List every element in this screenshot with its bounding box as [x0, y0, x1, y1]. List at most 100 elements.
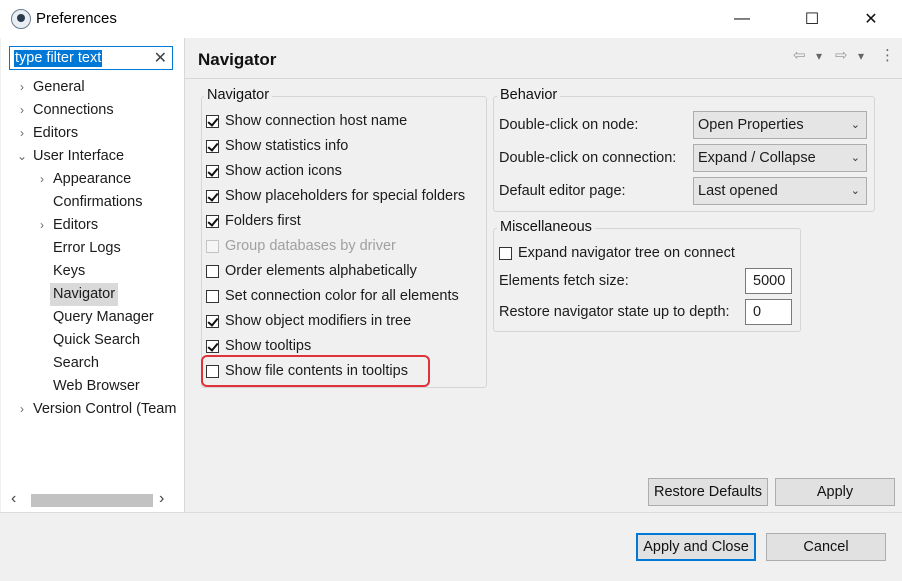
chevron-down-icon: ⌄ — [850, 119, 860, 131]
forward-arrow-icon[interactable]: ⇨ — [835, 46, 848, 64]
expand-chevron-icon[interactable]: › — [14, 76, 30, 99]
checkbox[interactable] — [206, 314, 219, 328]
tree-item-search[interactable]: Search — [53, 352, 99, 375]
clear-filter-icon[interactable]: ✕ — [154, 48, 167, 68]
option-label: Show connection host name — [225, 113, 408, 129]
scrollbar-thumb[interactable] — [31, 494, 153, 507]
option-show-object-modifiers[interactable]: Show object modifiers in tree — [206, 310, 411, 332]
select-value: Last opened — [698, 183, 778, 199]
annotation-highlight-box — [201, 355, 430, 387]
tree-item-connections[interactable]: › Connections — [14, 99, 114, 122]
tree-item-navigator[interactable]: Navigator — [50, 283, 119, 306]
tree-item-version-control[interactable]: › Version Control (Team — [14, 398, 176, 421]
tree-item-user-interface[interactable]: ⌄ User Interface — [14, 145, 124, 168]
checkbox[interactable] — [206, 139, 219, 153]
page-title: Navigator — [198, 50, 277, 69]
option-label: Show placeholders for special folders — [225, 188, 466, 204]
filter-input[interactable]: type filter text ✕ — [9, 46, 173, 70]
tree-item-label: General — [33, 79, 85, 95]
close-button[interactable]: ✕ — [848, 0, 894, 38]
option-label: Order elements alphabetically — [225, 263, 417, 279]
checkbox[interactable] — [206, 189, 219, 203]
checkbox[interactable] — [499, 246, 512, 260]
filter-input-text[interactable]: type filter text — [14, 50, 103, 67]
select-value: Expand / Collapse — [698, 150, 816, 166]
expand-chevron-icon[interactable]: › — [34, 168, 50, 191]
option-show-placeholders[interactable]: Show placeholders for special folders — [206, 185, 465, 207]
elements-fetch-size-label: Elements fetch size: — [499, 273, 629, 289]
collapse-chevron-icon[interactable]: ⌄ — [14, 145, 30, 168]
double-click-connection-label: Double-click on connection: — [499, 150, 677, 166]
restore-depth-label: Restore navigator state up to depth: — [499, 304, 730, 320]
restore-defaults-button[interactable]: Restore Defaults — [648, 478, 768, 506]
checkbox — [206, 239, 219, 253]
option-show-action-icons[interactable]: Show action icons — [206, 160, 342, 182]
app-icon — [11, 9, 31, 29]
window-title: Preferences — [36, 10, 117, 27]
miscellaneous-group-label: Miscellaneous — [497, 219, 595, 235]
tree-item-label: Connections — [33, 102, 114, 118]
expand-chevron-icon[interactable]: › — [34, 214, 50, 237]
back-arrow-icon[interactable]: ⇦ — [793, 46, 806, 64]
restore-depth-input[interactable]: 0 — [745, 299, 792, 325]
checkbox[interactable] — [206, 114, 219, 128]
double-click-node-select[interactable]: Open Properties ⌄ — [693, 111, 867, 139]
apply-and-close-button[interactable]: Apply and Close — [636, 533, 756, 561]
tree-item-appearance[interactable]: › Appearance — [34, 168, 131, 191]
select-value: Open Properties — [698, 117, 804, 133]
checkbox[interactable] — [206, 264, 219, 278]
option-folders-first[interactable]: Folders first — [206, 210, 301, 232]
tree-item-quick-search[interactable]: Quick Search — [53, 329, 140, 352]
option-order-alphabetically[interactable]: Order elements alphabetically — [206, 260, 417, 282]
scroll-right-icon[interactable]: › — [159, 490, 164, 508]
option-label: Show object modifiers in tree — [225, 313, 412, 329]
header-divider — [185, 78, 902, 79]
option-expand-navigator-tree[interactable]: Expand navigator tree on connect — [499, 242, 735, 264]
tree-item-keys[interactable]: Keys — [53, 260, 85, 283]
maximize-button[interactable]: ☐ — [789, 0, 835, 38]
tree-item-ui-editors[interactable]: › Editors — [34, 214, 98, 237]
option-label: Set connection color for all elements — [225, 288, 459, 304]
navigator-group-label: Navigator — [204, 87, 273, 103]
option-show-tooltips[interactable]: Show tooltips — [206, 335, 311, 357]
back-menu-icon[interactable]: ▾ — [816, 49, 822, 63]
title-bar: Preferences — ☐ ✕ — [0, 0, 902, 38]
checkbox[interactable] — [206, 289, 219, 303]
option-show-connection-host-name[interactable]: Show connection host name — [206, 110, 407, 132]
tree-item-web-browser[interactable]: Web Browser — [53, 375, 140, 398]
tree-item-label: Version Control (Team — [33, 401, 176, 417]
option-label: Show statistics info — [225, 138, 349, 154]
behavior-group-label: Behavior — [497, 87, 561, 103]
checkbox[interactable] — [206, 214, 219, 228]
tree-item-query-manager[interactable]: Query Manager — [53, 306, 154, 329]
option-set-connection-color[interactable]: Set connection color for all elements — [206, 285, 459, 307]
tree-item-editors[interactable]: › Editors — [14, 122, 78, 145]
tree-item-label: Editors — [53, 217, 99, 233]
tree-item-label: Appearance — [53, 171, 132, 187]
expand-chevron-icon[interactable]: › — [14, 99, 30, 122]
option-show-statistics-info[interactable]: Show statistics info — [206, 135, 348, 157]
minimize-button[interactable]: — — [719, 0, 765, 38]
apply-button[interactable]: Apply — [775, 478, 895, 506]
checkbox[interactable] — [206, 164, 219, 178]
chevron-down-icon: ⌄ — [850, 152, 860, 164]
tree-item-label: Editors — [33, 125, 79, 141]
double-click-connection-select[interactable]: Expand / Collapse ⌄ — [693, 144, 867, 172]
more-options-icon[interactable]: ⋮ — [880, 46, 895, 64]
forward-menu-icon[interactable]: ▾ — [858, 49, 864, 63]
option-label: Folders first — [225, 213, 301, 229]
scroll-left-icon[interactable]: ‹ — [11, 490, 16, 508]
tree-item-confirmations[interactable]: Confirmations — [53, 191, 142, 214]
tree-horizontal-scrollbar[interactable]: ‹ › — [9, 490, 174, 509]
default-editor-page-select[interactable]: Last opened ⌄ — [693, 177, 867, 205]
expand-chevron-icon[interactable]: › — [14, 122, 30, 145]
cancel-button[interactable]: Cancel — [766, 533, 886, 561]
elements-fetch-size-input[interactable]: 5000 — [745, 268, 792, 294]
option-label: Show tooltips — [225, 338, 312, 354]
tree-item-general[interactable]: › General — [14, 76, 85, 99]
checkbox[interactable] — [206, 339, 219, 353]
option-group-databases-by-driver: Group databases by driver — [206, 235, 396, 257]
expand-chevron-icon[interactable]: › — [14, 398, 30, 421]
tree-item-error-logs[interactable]: Error Logs — [53, 237, 121, 260]
tree-item-label: User Interface — [33, 148, 125, 164]
